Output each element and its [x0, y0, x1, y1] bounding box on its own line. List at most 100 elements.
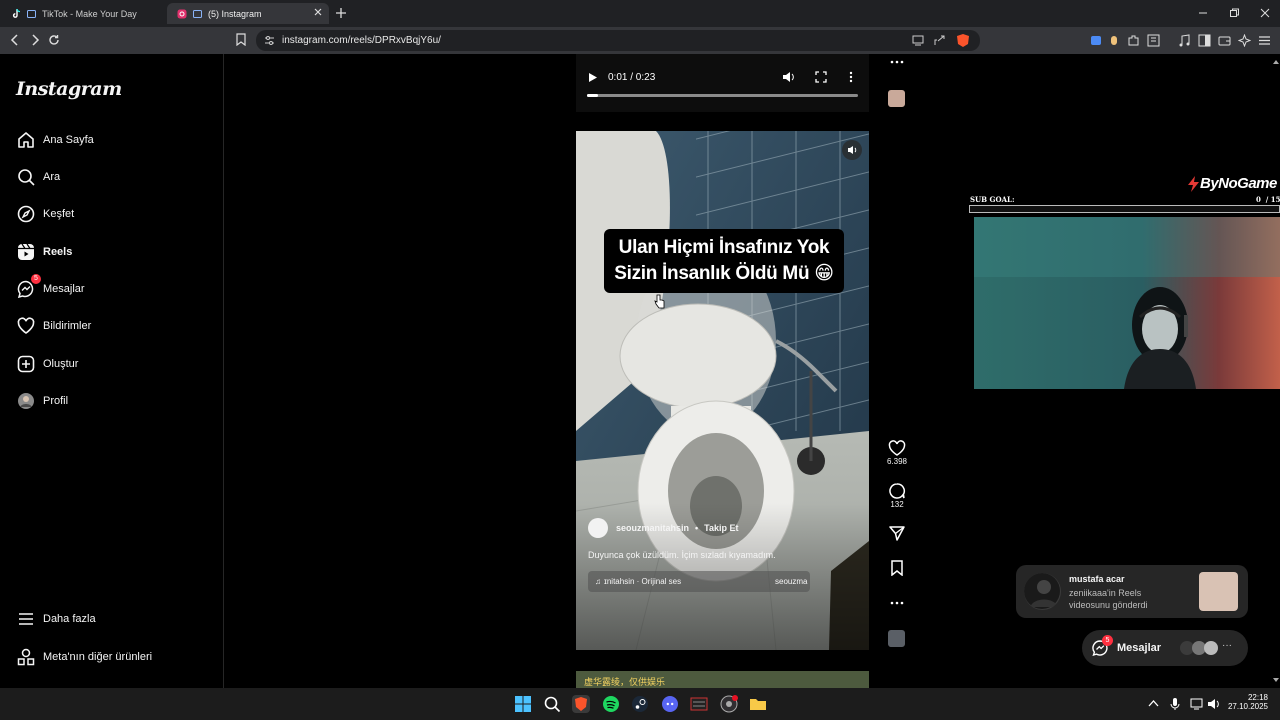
more-options-icon[interactable]: [886, 56, 908, 68]
music-note-icon: ♫: [595, 577, 601, 586]
message-notification[interactable]: mustafa acar zeniikaaa'in Reels videosun…: [1016, 565, 1248, 618]
brand-name: ByNoGame: [1200, 175, 1277, 192]
tab-label: (5) Instagram: [208, 8, 262, 19]
comment-count: 132: [890, 500, 904, 509]
media-icon[interactable]: [1147, 34, 1160, 47]
discord-icon[interactable]: [661, 695, 679, 713]
play-icon[interactable]: [588, 72, 598, 83]
more-vertical-icon[interactable]: [849, 71, 853, 83]
sidebar-item-label: Daha fazla: [43, 613, 96, 625]
address-bar[interactable]: instagram.com/reels/DPRxvBqjY6u/: [256, 30, 980, 51]
url-text[interactable]: instagram.com/reels/DPRxvBqjY6u/: [282, 35, 441, 46]
notification-badge: 5: [31, 274, 41, 284]
search-icon[interactable]: [543, 695, 561, 713]
avatar: [16, 391, 36, 411]
sidebar-item-reels[interactable]: Reels: [16, 240, 72, 264]
back-icon[interactable]: [9, 34, 21, 46]
prev-audio-thumbnail[interactable]: [888, 90, 905, 107]
extension-icon[interactable]: [1110, 34, 1118, 47]
brave-icon[interactable]: [572, 695, 590, 713]
sidebar-item-create[interactable]: Oluştur: [16, 352, 78, 376]
reel-video[interactable]: seouzmanitahsin • Takip Et Duyunca çok ü…: [576, 131, 869, 650]
app-icon[interactable]: [690, 695, 708, 713]
audio-thumbnail[interactable]: [888, 630, 905, 647]
send-icon: [886, 525, 908, 541]
reload-icon[interactable]: [48, 34, 60, 46]
puzzle-icon[interactable]: [1127, 34, 1140, 47]
sidebar-item-home[interactable]: Ana Sayfa: [16, 128, 94, 152]
more-options-icon[interactable]: [886, 597, 908, 609]
sidebar-item-label: Profil: [43, 395, 69, 407]
obs-icon[interactable]: [720, 695, 738, 713]
forward-icon[interactable]: [29, 34, 41, 46]
sidebar-item-search[interactable]: Ara: [16, 165, 60, 189]
new-tab-icon[interactable]: [335, 7, 347, 19]
extension-icon[interactable]: [1090, 34, 1103, 47]
clock-date: 27.10.2025: [1227, 702, 1268, 711]
leo-ai-icon[interactable]: [1238, 34, 1251, 47]
search-icon: [16, 167, 36, 187]
save-button[interactable]: [886, 560, 908, 576]
sidebar-item-explore[interactable]: Keşfet: [16, 202, 74, 226]
instagram-logo[interactable]: Instagram: [16, 78, 122, 100]
microphone-icon[interactable]: [1170, 697, 1180, 711]
reel-description[interactable]: Duyunca çok üzüldüm. İçim sızladı kıyama…: [588, 550, 776, 560]
plus-icon: [16, 354, 36, 374]
tab-group-icon: [27, 9, 36, 18]
reel-caption-overlay: Ulan Hiçmi İnsafınız Yok Sizin İnsanlık …: [604, 229, 844, 293]
share-button[interactable]: [886, 525, 908, 541]
sub-goal-label: SUB GOAL:: [970, 195, 1015, 204]
volume-icon[interactable]: [1207, 697, 1220, 710]
follow-button[interactable]: Takip Et: [704, 523, 738, 533]
tab-group-icon: [193, 9, 202, 18]
wallet-icon[interactable]: [1218, 34, 1231, 47]
audio-pill[interactable]: ♫ ɪnitahsin · Orijinal ses seouzma: [588, 571, 810, 592]
menu-icon[interactable]: [1258, 34, 1271, 47]
steam-icon[interactable]: [631, 695, 649, 713]
messages-label: Mesajlar: [1117, 642, 1162, 654]
file-explorer-icon[interactable]: [749, 695, 767, 713]
fullscreen-icon[interactable]: [815, 71, 827, 83]
like-button[interactable]: 6.398: [886, 439, 908, 466]
close-tab-icon[interactable]: [313, 7, 323, 17]
author-username[interactable]: seouzmanitahsin: [616, 523, 689, 533]
author-avatar[interactable]: [588, 518, 608, 538]
music-icon[interactable]: [1178, 34, 1191, 47]
sidebar-item-profile[interactable]: Profil: [16, 389, 68, 413]
sidebar-item-meta[interactable]: Meta'nın diğer ürünleri: [16, 645, 152, 669]
more-avatars: ···: [1222, 640, 1232, 651]
next-reel[interactable]: 虚华露绫，仅供娱乐: [576, 671, 869, 688]
volume-icon[interactable]: [782, 71, 795, 83]
minimize-icon[interactable]: [1198, 8, 1208, 18]
reels-icon: [16, 242, 36, 262]
restore-icon[interactable]: [1229, 8, 1239, 18]
sidebar-item-messages[interactable]: 5 Mesajlar: [16, 274, 85, 301]
messages-button[interactable]: 5 Mesajlar ···: [1082, 630, 1248, 666]
cast-icon[interactable]: [912, 35, 924, 46]
mute-toggle-icon[interactable]: [842, 140, 862, 160]
caption-line: Ulan Hiçmi İnsafınız Yok: [618, 237, 830, 258]
video-progress-bar[interactable]: [587, 94, 858, 97]
next-reel-caption: 虚华露绫，仅供娱乐: [584, 677, 666, 687]
tab-instagram[interactable]: (5) Instagram: [167, 3, 329, 24]
sidebar-item-label: Oluştur: [43, 358, 79, 370]
brave-shield-icon[interactable]: [956, 33, 970, 48]
chevron-up-icon[interactable]: [1148, 699, 1159, 708]
windows-start-icon[interactable]: [514, 695, 532, 713]
tab-tiktok[interactable]: TikTok - Make Your Day: [2, 3, 166, 24]
clock[interactable]: 22:18 27.10.2025: [1226, 693, 1268, 711]
close-window-icon[interactable]: [1260, 8, 1270, 18]
bookmark-icon[interactable]: [236, 33, 246, 46]
sidebar-item-more[interactable]: Daha fazla: [16, 607, 96, 631]
sidebar-toggle-icon[interactable]: [1198, 34, 1211, 47]
network-icon[interactable]: [1190, 697, 1203, 710]
avatar: [1204, 641, 1218, 655]
spotify-icon[interactable]: [602, 695, 620, 713]
sidebar-item-notifications[interactable]: Bildirimler: [16, 314, 91, 338]
share-icon[interactable]: [934, 35, 946, 46]
sub-goal-bar: [969, 205, 1280, 213]
comment-button[interactable]: 132: [886, 482, 908, 509]
site-settings-icon[interactable]: [264, 35, 275, 46]
scrollbar[interactable]: [1272, 54, 1280, 688]
instagram-icon: [177, 9, 187, 19]
